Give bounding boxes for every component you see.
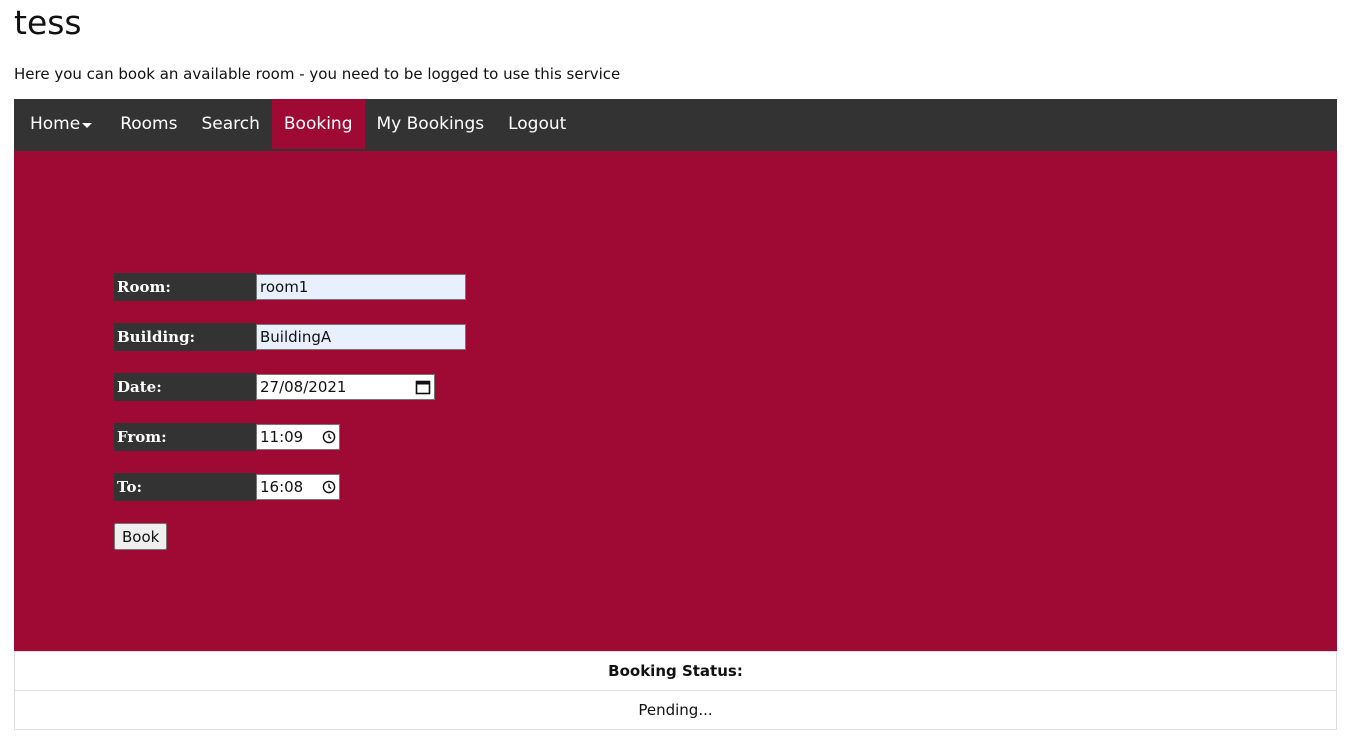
room-input[interactable]: room1: [256, 274, 466, 300]
nav-item-search[interactable]: Search: [189, 99, 271, 149]
to-time-input[interactable]: 16:08: [256, 474, 340, 500]
nav-item-home-label: Home: [30, 114, 81, 134]
clock-icon[interactable]: [322, 480, 336, 494]
date-row: Date: 27/08/2021: [114, 373, 435, 401]
nav-item-logout-label: Logout: [508, 114, 567, 134]
booking-status-value: Pending...: [14, 690, 1337, 730]
date-input-value: 27/08/2021: [260, 378, 347, 396]
nav-item-booking[interactable]: Booking: [271, 99, 365, 149]
table-row: Pending...: [14, 690, 1337, 730]
nav-item-my-bookings[interactable]: My Bookings: [365, 99, 497, 149]
clock-icon[interactable]: [322, 430, 336, 444]
intro-text: Here you can book an available room - yo…: [14, 65, 621, 83]
nav-item-home[interactable]: Home: [14, 99, 108, 149]
room-label: Room:: [114, 273, 256, 301]
to-label: To:: [114, 473, 256, 501]
building-input[interactable]: BuildingA: [256, 324, 466, 350]
date-input[interactable]: 27/08/2021: [256, 374, 435, 400]
booking-status-table: Booking Status: Pending...: [14, 651, 1337, 730]
calendar-icon[interactable]: [415, 379, 431, 395]
caret-down-icon: [82, 122, 93, 128]
from-time-input[interactable]: 11:09: [256, 424, 340, 450]
navbar: Home Rooms Search Booking My Bookings Lo…: [14, 99, 1337, 151]
building-label: Building:: [114, 323, 256, 351]
page-title: tess: [14, 3, 82, 42]
from-time-value: 11:09: [260, 428, 304, 446]
from-row: From: 11:09: [114, 423, 340, 451]
from-label: From:: [114, 423, 256, 451]
nav-item-rooms[interactable]: Rooms: [108, 99, 189, 149]
nav-item-logout[interactable]: Logout: [496, 99, 578, 149]
date-label: Date:: [114, 373, 256, 401]
building-input-value: BuildingA: [260, 328, 332, 346]
booking-status-header: Booking Status:: [14, 651, 1337, 691]
nav-item-rooms-label: Rooms: [120, 114, 178, 134]
to-row: To: 16:08: [114, 473, 340, 501]
room-input-value: room1: [260, 278, 309, 296]
to-time-value: 16:08: [260, 478, 304, 496]
nav-item-booking-label: Booking: [283, 114, 353, 134]
table-row: Booking Status:: [14, 651, 1337, 691]
booking-panel: Room: room1 Building: BuildingA Date: 27…: [14, 151, 1337, 651]
building-row: Building: BuildingA: [114, 323, 466, 351]
nav-item-my-bookings-label: My Bookings: [376, 114, 485, 134]
book-button[interactable]: Book: [114, 523, 168, 550]
room-row: Room: room1: [114, 273, 466, 301]
nav-item-search-label: Search: [201, 114, 260, 134]
